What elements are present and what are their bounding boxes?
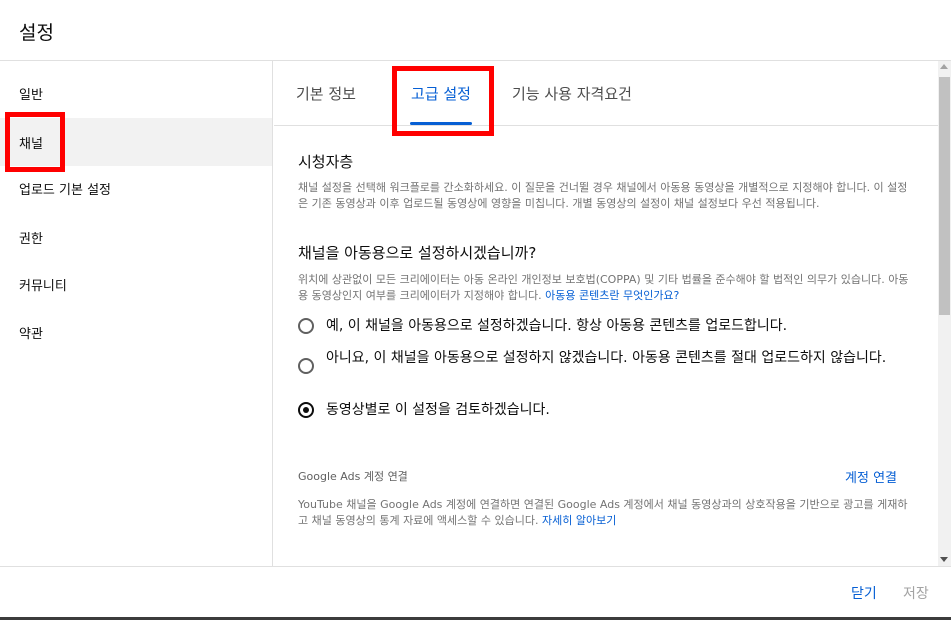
content-scrollbar[interactable] (938, 61, 951, 566)
option-review-row[interactable]: 동영상별로 이 설정을 검토하겠습니다. (298, 402, 918, 420)
option-review-radio[interactable] (298, 402, 314, 418)
highlight-box-channel (5, 112, 65, 172)
option-yes-row[interactable]: 예, 이 채널을 아동용으로 설정하겠습니다. 항상 아동용 콘텐츠를 업로드합… (298, 318, 918, 336)
option-no-radio[interactable] (298, 358, 314, 374)
highlight-box-advanced-tab (392, 66, 494, 136)
option-yes-radio[interactable] (298, 318, 314, 334)
audience-heading: 시청자층 (298, 153, 354, 171)
option-no-row[interactable]: 아니요, 이 채널을 아동용으로 설정하지 않겠습니다. 아동용 콘텐츠를 절대… (298, 350, 918, 374)
sidebar-item-community[interactable]: 커뮤니티 (0, 260, 272, 308)
scroll-up-arrow-icon[interactable] (940, 64, 948, 69)
sidebar-item-general[interactable]: 일반 (0, 69, 272, 117)
made-for-kids-question: 채널을 아동용으로 설정하시겠습니까? (298, 244, 537, 262)
connect-account-link[interactable]: 계정 연결 (845, 467, 897, 486)
made-for-kids-link[interactable]: 아동용 콘텐츠란 무엇인가요? (545, 289, 679, 302)
google-ads-description: YouTube 채널을 Google Ads 계정에 연결하면 연결된 Goog… (298, 497, 910, 529)
option-no-label: 아니요, 이 채널을 아동용으로 설정하지 않겠습니다. 아동용 콘텐츠를 절대… (326, 350, 887, 366)
audience-description: 채널 설정을 선택해 워크플로를 간소화하세요. 이 질문을 건너뛸 경우 채널… (298, 181, 908, 210)
dialog-header: 설정 (0, 0, 951, 61)
option-review-label: 동영상별로 이 설정을 검토하겠습니다. (326, 402, 550, 418)
save-button[interactable]: 저장 (903, 583, 929, 603)
scroll-down-arrow-icon[interactable] (940, 557, 948, 562)
option-yes-label: 예, 이 채널을 아동용으로 설정하겠습니다. 항상 아동용 콘텐츠를 업로드합… (326, 318, 788, 334)
dialog-footer: 닫기 저장 (0, 566, 951, 620)
learn-more-link[interactable]: 자세히 알아보기 (542, 514, 616, 527)
google-ads-label: Google Ads 계정 연결 (298, 470, 408, 483)
made-for-kids-description: 위치에 상관없이 모든 크리에이터는 아동 온라인 개인정보 보호법(COPPA… (298, 272, 910, 304)
sidebar-item-terms[interactable]: 약관 (0, 308, 272, 356)
sidebar-item-permissions[interactable]: 권한 (0, 213, 272, 261)
advanced-settings-panel: 시청자층 채널 설정을 선택해 워크플로를 간소화하세요. 이 질문을 건너뛸 … (274, 126, 938, 566)
dialog-title: 설정 (19, 22, 54, 44)
close-button[interactable]: 닫기 (851, 583, 877, 603)
scroll-thumb[interactable] (939, 77, 950, 315)
channel-tabs: 기본 정보 고급 설정 기능 사용 자격요건 (274, 61, 938, 126)
tab-feature-eligibility[interactable]: 기능 사용 자격요건 (512, 61, 682, 125)
